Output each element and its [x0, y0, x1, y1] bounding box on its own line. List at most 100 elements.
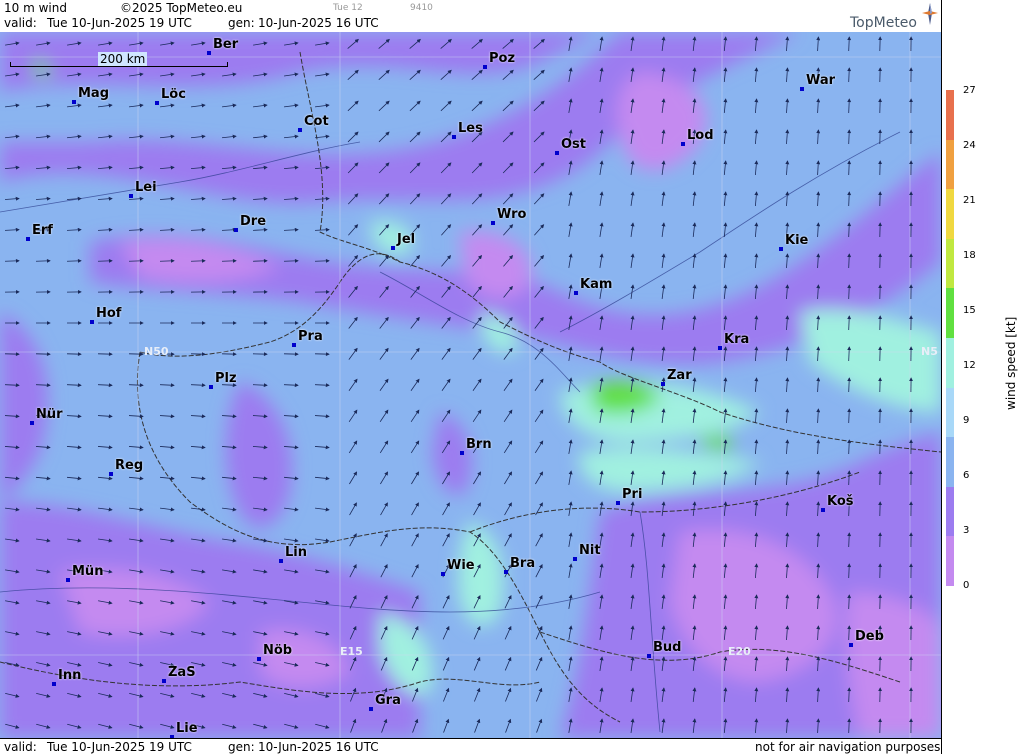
city-label: Kam — [580, 277, 612, 292]
city-label: Löc — [161, 87, 186, 102]
city-label: Wie — [447, 558, 475, 573]
footer-bar: valid: Tue 10-Jun-2025 19 UTC gen: 10-Ju… — [0, 738, 941, 755]
city-dot — [647, 654, 651, 658]
valid-label: valid: — [4, 16, 37, 30]
city-dot — [616, 501, 620, 505]
faint-time-label: Tue 12 — [333, 3, 363, 13]
footer-gen-label: gen: — [228, 740, 255, 754]
legend-color-step — [946, 140, 954, 190]
logo-text: TopMeteo — [850, 15, 917, 31]
legend-tick-label: 21 — [963, 195, 976, 206]
city-dot — [718, 346, 722, 350]
legend-tick-label: 15 — [963, 305, 976, 316]
legend-color-step — [946, 90, 954, 140]
lon-label-e20: E20 — [728, 645, 751, 658]
footer-valid-time: Tue 10-Jun-2025 19 UTC — [47, 740, 192, 754]
city-dot — [779, 247, 783, 251]
legend-tick-label: 0 — [963, 580, 969, 591]
legend-title: wind speed [kt] — [1004, 317, 1018, 410]
city-dot — [234, 228, 238, 232]
city-dot — [573, 557, 577, 561]
city-label: Deb — [855, 629, 884, 644]
city-dot — [207, 51, 211, 55]
city-label: Nöb — [263, 643, 292, 658]
wind-speed-legend: 2724211815129630 wind speed [kt] — [941, 0, 1033, 754]
city-dot — [72, 100, 76, 104]
city-dot — [26, 237, 30, 241]
city-dot — [155, 101, 159, 105]
city-label: Mag — [78, 86, 109, 101]
city-label: Koš — [827, 494, 854, 509]
city-dot — [483, 65, 487, 69]
city-dot — [504, 570, 508, 574]
city-label: Plz — [215, 371, 237, 386]
city-dot — [30, 421, 34, 425]
city-dot — [66, 578, 70, 582]
compass-star-icon — [922, 3, 938, 25]
city-label: Jel — [397, 232, 415, 247]
city-dot — [555, 151, 559, 155]
city-label: Pra — [298, 329, 323, 344]
city-dot — [441, 572, 445, 576]
copyright-text: ©2025 TopMeteo.eu — [120, 1, 242, 15]
city-label: Gra — [375, 693, 401, 708]
city-label: Dre — [240, 214, 266, 229]
city-dot — [452, 135, 456, 139]
city-dot — [849, 643, 853, 647]
city-dot — [279, 559, 283, 563]
gen-label: gen: — [228, 16, 255, 30]
city-label: Inn — [58, 668, 81, 683]
city-label: Brn — [466, 437, 492, 452]
city-label: Lin — [285, 545, 307, 560]
legend-tick-label: 27 — [963, 85, 976, 96]
city-dot — [574, 291, 578, 295]
city-label: Zar — [667, 368, 692, 383]
city-label: War — [806, 73, 835, 88]
legend-color-step — [946, 338, 954, 388]
city-label: Nür — [36, 407, 63, 422]
lon-label-e15: E15 — [340, 645, 363, 658]
legend-tick-label: 6 — [963, 470, 969, 481]
city-label: Wro — [497, 207, 526, 222]
city-label: Kra — [724, 332, 749, 347]
gen-time: 10-Jun-2025 16 UTC — [258, 16, 379, 30]
scale-bar-label: 200 km — [98, 52, 147, 66]
legend-tick-label: 3 — [963, 525, 969, 536]
city-label: Nit — [579, 543, 601, 558]
city-label: Bud — [653, 640, 681, 655]
city-dot — [109, 472, 113, 476]
city-dot — [460, 451, 464, 455]
footer-gen-time: 10-Jun-2025 16 UTC — [258, 740, 379, 754]
topmeteo-logo: TopMeteo — [850, 3, 940, 31]
legend-tick-label: 9 — [963, 415, 969, 426]
scale-bar: 200 km — [10, 56, 226, 68]
city-label: Lei — [135, 180, 157, 195]
city-dot — [298, 128, 302, 132]
valid-time: Tue 10-Jun-2025 19 UTC — [47, 16, 192, 30]
city-label: Ost — [561, 137, 586, 152]
city-label: Lie — [176, 721, 198, 736]
city-dot — [209, 385, 213, 389]
city-label: Reg — [115, 458, 143, 473]
header-bar: 10 m wind ©2025 TopMeteo.eu Tue 12 9410 … — [0, 0, 941, 33]
city-dot — [52, 682, 56, 686]
city-label: Pri — [622, 487, 642, 502]
disclaimer-text: not for air navigation purposes — [755, 740, 940, 754]
city-label: Bra — [510, 556, 535, 571]
faint-code-label: 9410 — [410, 3, 433, 13]
city-label: Erf — [32, 223, 53, 238]
city-dot — [292, 343, 296, 347]
legend-tick-label: 24 — [963, 140, 976, 151]
legend-color-step — [946, 487, 954, 537]
city-dot — [821, 508, 825, 512]
city-dot — [661, 382, 665, 386]
city-dot — [391, 246, 395, 250]
legend-color-step — [946, 288, 954, 338]
lat-label-right: N5 — [921, 345, 938, 358]
city-dot — [800, 87, 804, 91]
legend-color-step — [946, 437, 954, 487]
city-label: Cot — [304, 114, 329, 129]
legend-color-step — [946, 189, 954, 239]
wind-map[interactable] — [0, 32, 941, 738]
city-dot — [162, 679, 166, 683]
